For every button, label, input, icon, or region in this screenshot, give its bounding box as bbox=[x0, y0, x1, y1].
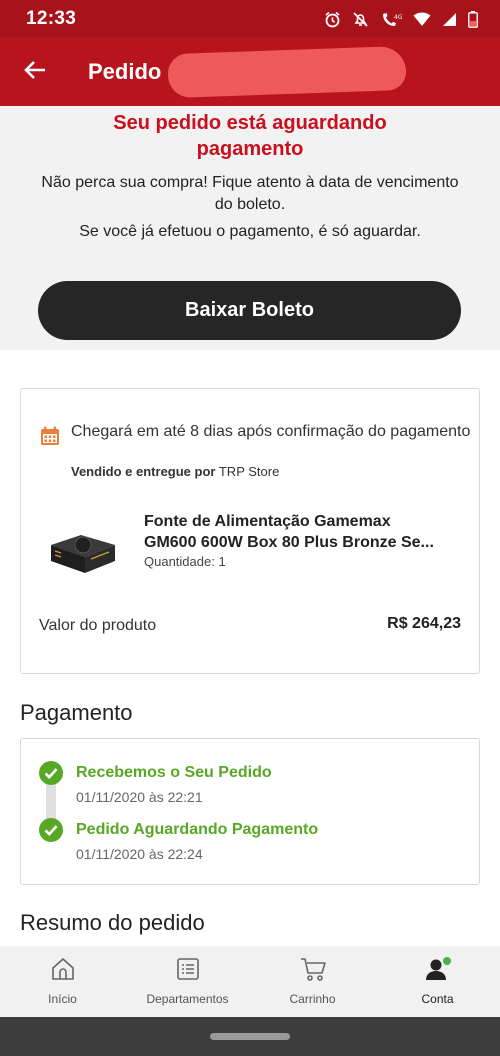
nav-item-home[interactable]: Início bbox=[0, 946, 125, 1017]
seller-prefix: Vendido e entregue por bbox=[71, 464, 216, 479]
check-circle-icon bbox=[39, 818, 63, 847]
bottom-navigation: Início Departamentos Carrinho Conta bbox=[0, 946, 500, 1017]
alarm-icon bbox=[324, 11, 341, 28]
product-image[interactable] bbox=[47, 529, 119, 582]
product-name-line-2[interactable]: GM600 600W Box 80 Plus Bronze Se... bbox=[144, 532, 464, 553]
pending-payment-section: Seu pedido está aguardando pagamento Não… bbox=[0, 106, 500, 350]
product-name-line-1[interactable]: Fonte de Alimentação Gamemax bbox=[144, 511, 464, 532]
list-icon bbox=[175, 956, 201, 987]
pending-message-paid: Se você já efetuou o pagamento, é só agu… bbox=[79, 223, 421, 240]
volte-call-icon: 4G bbox=[380, 11, 402, 28]
nav-label: Início bbox=[48, 992, 77, 1006]
home-gesture-handle[interactable] bbox=[210, 1033, 290, 1040]
notifications-off-icon bbox=[352, 11, 369, 28]
order-summary-heading: Resumo do pedido bbox=[20, 910, 205, 935]
nav-item-departments[interactable]: Departamentos bbox=[125, 946, 250, 1017]
nav-label: Carrinho bbox=[289, 992, 336, 1006]
timeline-step-title: Recebemos o Seu Pedido bbox=[76, 764, 272, 781]
download-boleto-button[interactable]: Baixar Boleto bbox=[38, 281, 461, 340]
system-gesture-bar bbox=[0, 1017, 500, 1056]
cart-icon bbox=[299, 956, 327, 987]
order-details: Chegará em até 8 dias após confirmação d… bbox=[0, 350, 500, 946]
signal-icon bbox=[442, 12, 457, 27]
svg-text:4G: 4G bbox=[394, 14, 402, 21]
product-value-label: Valor do produto bbox=[39, 617, 157, 634]
back-button[interactable] bbox=[0, 38, 70, 106]
account-icon bbox=[424, 956, 452, 987]
status-time: 12:33 bbox=[26, 8, 77, 29]
nav-label: Conta bbox=[421, 992, 454, 1006]
back-arrow-icon bbox=[24, 60, 46, 85]
payment-heading: Pagamento bbox=[20, 700, 133, 725]
redaction-mark bbox=[167, 45, 407, 99]
delivery-estimate: Chegará em até 8 dias após confirmação d… bbox=[71, 423, 471, 440]
pending-message-deadline: Não perca sua compra! Fique atento à dat… bbox=[41, 174, 459, 213]
status-icons: 4G bbox=[324, 10, 478, 28]
timeline-step-title: Pedido Aguardando Pagamento bbox=[76, 821, 319, 838]
timeline-step-date: 01/11/2020 às 22:24 bbox=[76, 846, 203, 862]
wifi-icon bbox=[413, 12, 431, 27]
seller-info: Vendido e entregue por TRP Store bbox=[71, 464, 279, 479]
product-quantity: Quantidade: 1 bbox=[144, 554, 226, 569]
product-value-amount: R$ 264,23 bbox=[387, 615, 461, 632]
calendar-icon bbox=[40, 426, 60, 451]
order-item-card: Chegará em até 8 dias após confirmação d… bbox=[20, 388, 480, 674]
nav-item-cart[interactable]: Carrinho bbox=[250, 946, 375, 1017]
battery-icon bbox=[468, 10, 478, 28]
timeline-step-date: 01/11/2020 às 22:21 bbox=[76, 789, 203, 805]
payment-timeline: Recebemos o Seu Pedido 01/11/2020 às 22:… bbox=[20, 738, 480, 885]
nav-item-account[interactable]: Conta bbox=[375, 946, 500, 1017]
check-circle-icon bbox=[39, 761, 63, 790]
status-bar: 12:33 4G bbox=[0, 0, 500, 38]
pending-title: Seu pedido está aguardando pagamento bbox=[113, 112, 387, 160]
nav-label: Departamentos bbox=[146, 992, 229, 1006]
seller-name: TRP Store bbox=[218, 464, 280, 479]
home-icon bbox=[50, 956, 76, 987]
